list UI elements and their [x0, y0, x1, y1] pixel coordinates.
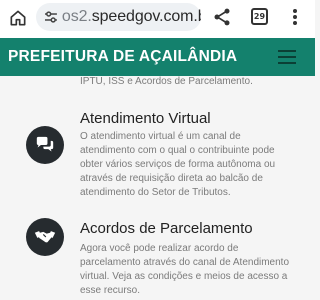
url-text: os2.speedgov.com.br [62, 8, 201, 26]
browser-toolbar: os2.speedgov.com.br 29 [0, 0, 315, 38]
site-title[interactable]: PREFEITURA DE AÇAILÂNDIA [8, 48, 237, 66]
address-bar[interactable]: os2.speedgov.com.br [36, 3, 201, 31]
home-icon[interactable] [8, 8, 28, 28]
service-title[interactable]: Atendimento Virtual [80, 110, 211, 127]
more-vert-icon[interactable] [292, 8, 298, 26]
share-icon[interactable] [212, 7, 232, 27]
chat-icon [26, 126, 64, 164]
tabs-icon[interactable]: 29 [251, 8, 268, 25]
service-item-acordos-parcelamento[interactable]: Acordos de Parcelamento Agora você pode … [0, 218, 315, 298]
site-header: PREFEITURA DE AÇAILÂNDIA [0, 38, 315, 76]
hamburger-icon[interactable] [278, 50, 296, 64]
services-section: IPTU, ISS e Acordos de Parcelamento. Ate… [0, 76, 315, 300]
service-description: Agora você pode realizar acordo de parce… [80, 243, 290, 296]
previous-item-tail: IPTU, ISS e Acordos de Parcelamento. [80, 76, 253, 87]
service-title[interactable]: Acordos de Parcelamento [80, 220, 253, 237]
url-prefix: os2. [61, 8, 92, 25]
tab-count: 29 [253, 12, 266, 21]
service-description: O atendimento virtual é um canal de aten… [80, 131, 276, 198]
url-domain: speedgov.com.br [91, 8, 201, 25]
tune-icon[interactable] [42, 8, 60, 26]
service-item-atendimento-virtual[interactable]: Atendimento Virtual O atendimento virtua… [0, 110, 315, 230]
handshake-icon [26, 218, 64, 256]
